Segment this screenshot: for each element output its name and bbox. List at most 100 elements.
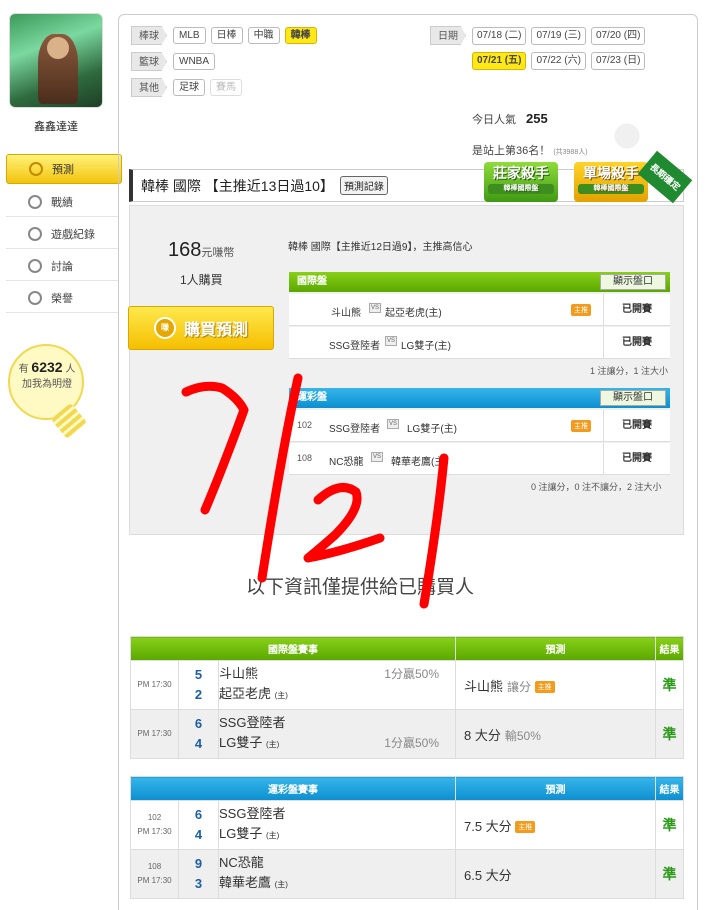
table-header: 國際盤賽事 預測 結果 (130, 636, 684, 661)
date-0722[interactable]: 07/22 (六) (531, 52, 586, 70)
lottery-note: 0 注讓分，0 注不讓分，2 注大小 (531, 482, 662, 492)
sidebar-item-game-log[interactable]: 遊戲紀錄 (6, 219, 118, 249)
sidebar-item-discuss[interactable]: 討論 (6, 251, 118, 281)
score-away: 9 (194, 856, 203, 871)
fans-counter[interactable]: 有 6232 人加我為明燈 (8, 360, 86, 392)
lottery-row: 108 NC恐龍 VS 韓華老鷹(主) 已開賽 (289, 443, 670, 475)
fans-unit: 人 (65, 364, 76, 375)
prediction: 斗山熊 讓分 主推 (455, 660, 656, 710)
home-team: LG雙子(主) (401, 341, 451, 352)
sidebar-item-label: 預測 (52, 164, 74, 176)
intl-header: 國際盤 顯示盤口 (289, 272, 670, 292)
badge-single-killer: 單場殺手 韓棒國際盤 (574, 162, 648, 202)
home-mark: (主) (265, 831, 280, 840)
prediction: 7.5 大分 主推 (455, 800, 656, 850)
record-button[interactable]: 預測記錄 (339, 176, 388, 195)
lottery-results-table: 運彩盤賽事 預測 結果 102 PM 17:30 64 SSG登陸者 LG雙子 (主) … (130, 776, 684, 899)
tag-mlb[interactable]: MLB (173, 27, 206, 44)
tag-horse[interactable]: 賽馬 (210, 79, 242, 96)
date-0721[interactable]: 07/21 (五) (472, 52, 527, 70)
away-team: NC恐龍 (329, 457, 364, 468)
date-0720[interactable]: 07/20 (四) (590, 26, 646, 45)
intl-row: 斗山熊 VS 起亞老虎(主) 主推 已開賽 (289, 294, 670, 326)
show-odds-button[interactable]: 顯示盤口 (600, 390, 666, 406)
result: 準 (655, 660, 684, 710)
host-badge: 主推 (534, 681, 555, 694)
rank: 是站上第36名！ (共3988人) (472, 142, 588, 158)
table-row: PM 17:30 52 斗山熊 1分贏50% 起亞老虎 (主) 斗山熊 讓分 主推 準 (130, 660, 684, 710)
host-badge: 主推 (571, 420, 591, 432)
game-state: 已開賽 (603, 327, 670, 359)
prediction: 6.5 大分 (455, 849, 656, 899)
score-home: 4 (194, 827, 203, 842)
avatar[interactable] (9, 13, 103, 108)
team-away: SSG登陸者 (219, 715, 286, 730)
filter-label: 棒球 (131, 26, 167, 45)
game-time: PM 17:30 (130, 709, 179, 759)
filter-basketball: 籃球 WNBA (131, 52, 220, 71)
lottery-header: 運彩盤 顯示盤口 (289, 388, 670, 408)
intl-row: SSG登陸者 VS LG雙子(主) 已開賽 (289, 327, 670, 359)
table-row: 102 PM 17:30 64 SSG登陸者 LG雙子 (主) 7.5 大分 主推 … (130, 800, 684, 850)
game-number: 102 (297, 420, 313, 430)
date-0718[interactable]: 07/18 (二) (472, 26, 527, 45)
trophy-icon (28, 290, 42, 305)
date-0723[interactable]: 07/23 (日) (590, 52, 646, 70)
filter-label: 其他 (131, 78, 167, 97)
game-time: 102 PM 17:30 (130, 800, 179, 850)
host-badge: 主推 (571, 304, 591, 316)
game-state: 已開賽 (603, 294, 670, 326)
tag-npb[interactable]: 日棒 (210, 27, 243, 44)
tag-soccer[interactable]: 足球 (173, 79, 205, 96)
home-team: 起亞老虎(主) (385, 308, 442, 319)
chart-icon (28, 194, 42, 209)
home-team: 韓華老鷹(主) (391, 457, 448, 468)
date-0719[interactable]: 07/19 (三) (531, 26, 586, 45)
game-number: 102 (147, 813, 162, 822)
teams: SSG登陸者 LG雙子 (主) 1分贏50% (218, 709, 456, 759)
teams: NC恐龍 韓華老鷹 (主) (218, 849, 456, 899)
odds: 1分贏50% (384, 667, 439, 681)
score-away: 6 (194, 807, 203, 822)
col-header: 預測 (455, 636, 656, 661)
buy-label: 購買預測 (183, 322, 248, 339)
filter-label: 日期 (430, 26, 466, 45)
tag-wnba[interactable]: WNBA (173, 53, 215, 70)
badge-sub: 韓棒國際盤 (488, 184, 554, 194)
table-row: PM 17:30 64 SSG登陸者 LG雙子 (主) 1分贏50% 8 大分 輸50… (130, 709, 684, 759)
buy-prediction-button[interactable]: 嗛購買預測 (128, 306, 274, 350)
title-text: 韓棒 國際 【主推近13日過10】 (141, 177, 334, 194)
team-away: SSG登陸者 (219, 806, 286, 821)
rank-note: (共3988人) (553, 149, 588, 156)
game-time: PM 17:30 (130, 660, 179, 710)
home-mark: (主) (265, 740, 280, 749)
sidebar-item-label: 遊戲紀錄 (51, 228, 95, 241)
score-away: 5 (194, 667, 203, 682)
lottery-row: 102 SSG登陸者 VS LG雙子(主) 主推 已開賽 (289, 410, 670, 442)
host-badge: 主推 (515, 821, 536, 834)
sidebar-item-label: 討論 (51, 260, 73, 273)
show-odds-button[interactable]: 顯示盤口 (600, 274, 666, 290)
score-home: 4 (194, 736, 203, 751)
tag-kbo[interactable]: 韓棒 (284, 27, 317, 44)
team-home: 韓華老鷹 (219, 875, 272, 890)
pencil-icon (28, 258, 42, 273)
pred-team: 斗山熊 (464, 678, 504, 694)
rank-text: 是站上第36名！ (472, 145, 551, 157)
sidebar-item-predict[interactable]: 預測 (6, 154, 122, 184)
pred-value: 8 大分 (464, 727, 501, 743)
sidebar-item-record[interactable]: 戰績 (6, 187, 118, 217)
price-unit: 元嗛幣 (201, 247, 235, 259)
home-team: LG雙子(主) (407, 424, 457, 435)
scores: 93 (178, 849, 219, 899)
tag-cpbl[interactable]: 中職 (247, 27, 280, 44)
result: 準 (655, 709, 684, 759)
result: 準 (655, 849, 684, 899)
filter-dates-row2: 07/21 (五) 07/22 (六) 07/23 (日) (472, 52, 650, 70)
team-away: NC恐龍 (219, 855, 264, 870)
fans-count: 6232 (31, 359, 63, 375)
away-team: SSG登陸者 (329, 424, 381, 435)
vs-icon: VS (385, 336, 397, 347)
home-mark: (主) (274, 691, 288, 700)
sidebar-item-honor[interactable]: 榮譽 (6, 283, 118, 313)
